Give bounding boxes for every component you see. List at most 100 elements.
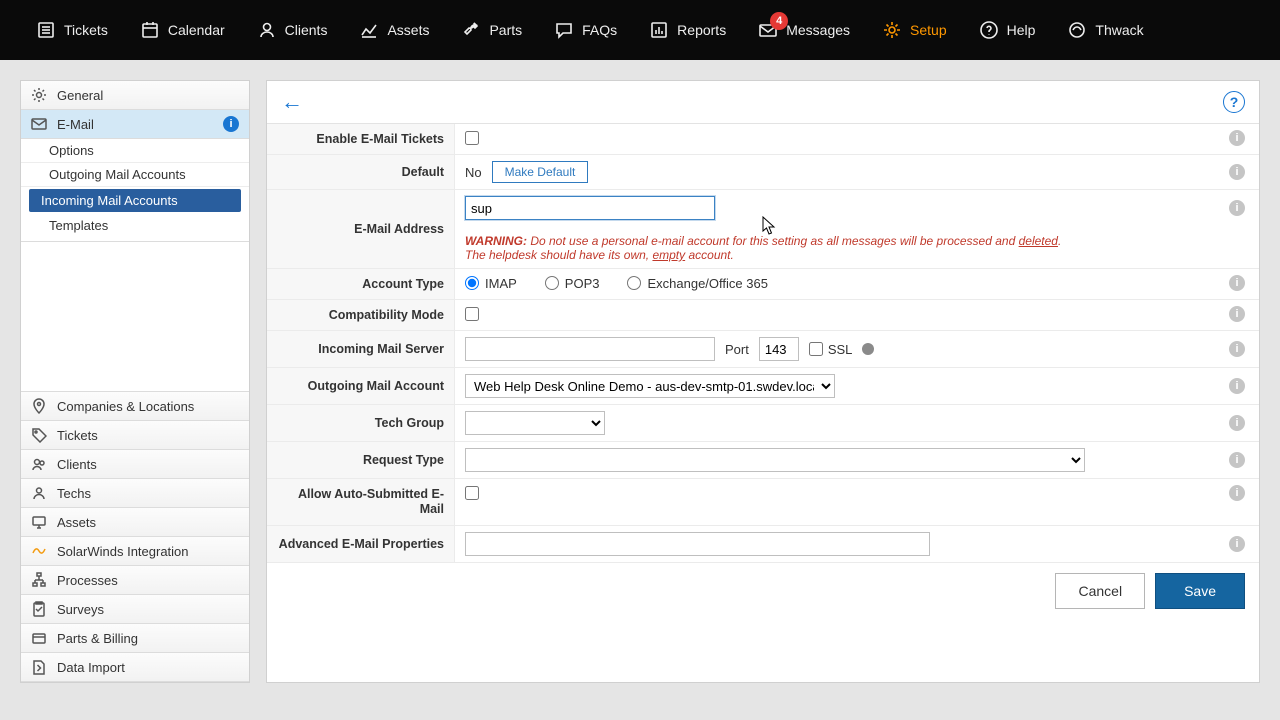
- save-button[interactable]: Save: [1155, 573, 1245, 609]
- sidebar-sub-options[interactable]: Options: [21, 139, 249, 163]
- nav-label: Thwack: [1095, 22, 1143, 38]
- nav-label: Setup: [910, 22, 947, 38]
- nav-messages[interactable]: 4 Messages: [742, 0, 866, 60]
- nav-parts[interactable]: Parts: [445, 0, 538, 60]
- cancel-button[interactable]: Cancel: [1055, 573, 1145, 609]
- enable-email-checkbox[interactable]: [465, 131, 479, 145]
- port-input[interactable]: [759, 337, 799, 361]
- sidebar-label: Tickets: [57, 428, 98, 443]
- sidebar-item-techs[interactable]: Techs: [21, 479, 249, 508]
- monitor-icon: [31, 514, 47, 530]
- exchange-radio[interactable]: [627, 276, 641, 290]
- users-icon: [31, 456, 47, 472]
- nav-label: Help: [1007, 22, 1036, 38]
- gear-icon: [31, 87, 47, 103]
- request-type-select[interactable]: [465, 448, 1085, 472]
- info-icon[interactable]: i: [1229, 130, 1245, 146]
- sidebar-item-surveys[interactable]: Surveys: [21, 595, 249, 624]
- sidebar-item-parts-billing[interactable]: Parts & Billing: [21, 624, 249, 653]
- label-enable-email: Enable E-Mail Tickets: [267, 124, 455, 154]
- sidebar-label: Companies & Locations: [57, 399, 194, 414]
- chart-icon: [359, 20, 379, 40]
- tree-icon: [31, 572, 47, 588]
- sidebar-item-processes[interactable]: Processes: [21, 566, 249, 595]
- nav-label: Tickets: [64, 22, 108, 38]
- email-warning-text: WARNING: Do not use a personal e-mail ac…: [465, 234, 1249, 262]
- nav-setup[interactable]: Setup: [866, 0, 963, 60]
- sidebar: General E-Mail i Options Outgoing Mail A…: [20, 80, 250, 683]
- info-icon[interactable]: i: [1229, 452, 1245, 468]
- sidebar-label: Techs: [57, 486, 91, 501]
- outgoing-account-select[interactable]: Web Help Desk Online Demo - aus-dev-smtp…: [465, 374, 835, 398]
- label-advanced: Advanced E-Mail Properties: [267, 526, 455, 562]
- sidebar-sub-outgoing[interactable]: Outgoing Mail Accounts: [21, 163, 249, 187]
- row-advanced: Advanced E-Mail Properties i: [267, 526, 1259, 563]
- row-account-type: Account Type IMAP POP3 Exchange/Office 3…: [267, 269, 1259, 300]
- sidebar-label: SolarWinds Integration: [57, 544, 189, 559]
- back-arrow-icon[interactable]: ←: [281, 89, 303, 115]
- top-nav: Tickets Calendar Clients Assets Parts FA…: [0, 0, 1280, 60]
- info-icon[interactable]: i: [1229, 415, 1245, 431]
- row-enable-email: Enable E-Mail Tickets i: [267, 124, 1259, 155]
- label-default: Default: [267, 155, 455, 189]
- info-icon[interactable]: i: [1229, 306, 1245, 322]
- sidebar-item-assets[interactable]: Assets: [21, 508, 249, 537]
- sidebar-label: Assets: [57, 515, 96, 530]
- solarwinds-icon: [31, 543, 47, 559]
- nav-label: FAQs: [582, 22, 617, 38]
- nav-reports[interactable]: Reports: [633, 0, 742, 60]
- incoming-server-input[interactable]: [465, 337, 715, 361]
- advanced-input[interactable]: [465, 532, 930, 556]
- ssl-checkbox[interactable]: [809, 342, 823, 356]
- info-icon[interactable]: i: [1229, 536, 1245, 552]
- info-icon[interactable]: i: [1229, 341, 1245, 357]
- sidebar-label: Surveys: [57, 602, 104, 617]
- sidebar-item-companies[interactable]: Companies & Locations: [21, 392, 249, 421]
- pop3-radio[interactable]: [545, 276, 559, 290]
- auto-submitted-checkbox[interactable]: [465, 486, 479, 500]
- compat-checkbox[interactable]: [465, 307, 479, 321]
- nav-tickets[interactable]: Tickets: [20, 0, 124, 60]
- sidebar-item-clients[interactable]: Clients: [21, 450, 249, 479]
- wrench-icon: [461, 20, 481, 40]
- nav-help[interactable]: Help: [963, 0, 1052, 60]
- list-icon: [36, 20, 56, 40]
- info-icon[interactable]: i: [1229, 200, 1245, 216]
- tech-group-select[interactable]: [465, 411, 605, 435]
- info-icon[interactable]: i: [1229, 164, 1245, 180]
- info-icon[interactable]: i: [1229, 485, 1245, 501]
- sidebar-item-solarwinds[interactable]: SolarWinds Integration: [21, 537, 249, 566]
- nav-clients[interactable]: Clients: [241, 0, 344, 60]
- sidebar-label: E-Mail: [57, 117, 94, 132]
- help-icon[interactable]: ?: [1223, 91, 1245, 113]
- label-outgoing-account: Outgoing Mail Account: [267, 368, 455, 404]
- sidebar-sub-incoming[interactable]: Incoming Mail Accounts: [29, 189, 241, 212]
- info-badge-icon: i: [223, 116, 239, 132]
- info-icon[interactable]: i: [1229, 378, 1245, 394]
- email-address-input[interactable]: [465, 196, 715, 220]
- row-request-type: Request Type i: [267, 442, 1259, 479]
- tag-icon: [31, 427, 47, 443]
- sidebar-item-tickets[interactable]: Tickets: [21, 421, 249, 450]
- row-outgoing-account: Outgoing Mail Account Web Help Desk Onli…: [267, 368, 1259, 405]
- sidebar-sub-templates[interactable]: Templates: [21, 214, 249, 242]
- sidebar-label: Processes: [57, 573, 118, 588]
- nav-faqs[interactable]: FAQs: [538, 0, 633, 60]
- label-request-type: Request Type: [267, 442, 455, 478]
- sidebar-item-data-import[interactable]: Data Import: [21, 653, 249, 682]
- row-incoming-server: Incoming Mail Server Port SSL i: [267, 331, 1259, 368]
- sidebar-item-general[interactable]: General: [21, 81, 249, 110]
- thwack-icon: [1067, 20, 1087, 40]
- imap-radio[interactable]: [465, 276, 479, 290]
- nav-thwack[interactable]: Thwack: [1051, 0, 1159, 60]
- sidebar-label: Data Import: [57, 660, 125, 675]
- info-icon[interactable]: i: [1229, 275, 1245, 291]
- main-header: ← ?: [267, 81, 1259, 124]
- nav-assets[interactable]: Assets: [343, 0, 445, 60]
- nav-calendar[interactable]: Calendar: [124, 0, 241, 60]
- main-panel: ← ? Enable E-Mail Tickets i Default No M…: [266, 80, 1260, 683]
- clipboard-icon: [31, 601, 47, 617]
- make-default-button[interactable]: Make Default: [492, 161, 589, 183]
- sidebar-item-email[interactable]: E-Mail i: [21, 110, 249, 139]
- import-icon: [31, 659, 47, 675]
